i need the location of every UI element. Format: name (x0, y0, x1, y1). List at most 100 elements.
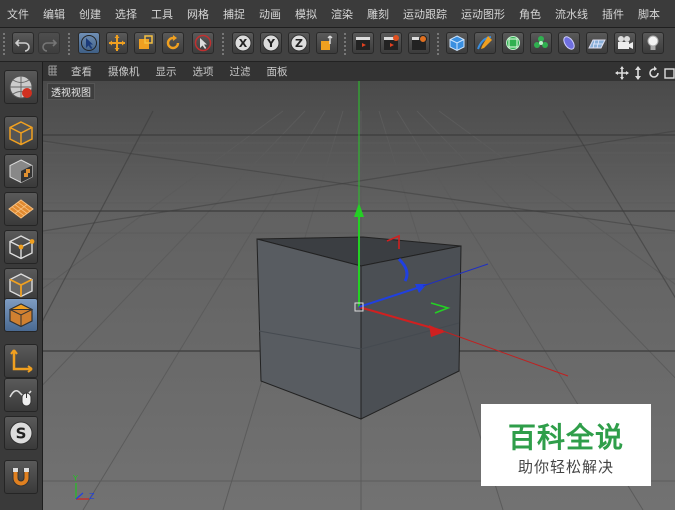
menu-file[interactable]: 文件 (0, 6, 36, 22)
z-axis-lock-button[interactable]: Z (288, 32, 310, 54)
points-cube-icon (9, 235, 35, 260)
point-mode-button[interactable] (4, 230, 38, 264)
menu-plugins[interactable]: 插件 (595, 6, 631, 22)
y-axis-lock-button[interactable]: Y (260, 32, 282, 54)
subdivision-surface-button[interactable] (502, 32, 524, 54)
axis-icon (10, 349, 33, 373)
render-settings-icon (412, 35, 427, 50)
menu-script[interactable]: 脚本 (631, 6, 667, 22)
tweak-mode-button[interactable] (4, 378, 38, 412)
menu-create[interactable]: 创建 (72, 6, 108, 22)
spline-pen-button[interactable] (474, 32, 496, 54)
menu-simulate[interactable]: 模拟 (288, 6, 324, 22)
toolbar-grip[interactable] (3, 33, 5, 55)
cloner-icon (534, 36, 548, 48)
texture-cube-icon (9, 159, 33, 184)
redo-button[interactable] (38, 32, 60, 54)
deformer-icon (563, 36, 575, 50)
menu-tools[interactable]: 工具 (144, 6, 180, 22)
left-palette: S (0, 62, 43, 510)
cloner-button[interactable] (530, 32, 552, 54)
live-selection-button[interactable] (78, 32, 100, 54)
viewport-label: 透视视图 (47, 83, 95, 100)
deformer-button[interactable] (558, 32, 580, 54)
rotate-icon (166, 35, 180, 50)
menu-render[interactable]: 渲染 (324, 6, 360, 22)
select-tool-button[interactable] (192, 32, 214, 54)
clapboard-icon (356, 37, 370, 50)
render-view-button[interactable] (352, 32, 374, 54)
menu-snap[interactable]: 捕捉 (216, 6, 252, 22)
y-axis-icon: Y (262, 34, 280, 52)
menu-animate[interactable]: 动画 (252, 6, 288, 22)
undo-button[interactable] (12, 32, 34, 54)
model-mode-button[interactable] (4, 116, 38, 150)
x-axis-icon: X (234, 34, 252, 52)
light-button[interactable] (642, 32, 664, 54)
scale-tool-button[interactable] (134, 32, 156, 54)
mouse-tweak-icon (9, 390, 32, 407)
axis-indicator: Y Z (72, 474, 95, 501)
rotate-tool-button[interactable] (162, 32, 184, 54)
snap-s-icon: S (9, 421, 33, 445)
viewport-menu-display[interactable]: 显示 (148, 64, 185, 79)
viewport-grip-icon[interactable] (43, 64, 63, 79)
globe-icon (9, 75, 33, 99)
viewport-menu-options[interactable]: 选项 (185, 64, 222, 79)
viewport-menu-filter[interactable]: 过滤 (222, 64, 259, 79)
viewport-maximize-icon[interactable] (663, 65, 675, 79)
cube-icon (449, 35, 465, 52)
viewport-zoom-icon[interactable] (631, 65, 645, 80)
watermark-title: 百科全说 (507, 421, 624, 454)
subdivision-icon (506, 36, 520, 50)
pen-icon (477, 36, 492, 50)
texture-mode-button[interactable] (4, 154, 38, 188)
light-bulb-icon (647, 35, 659, 50)
snap-button[interactable]: S (4, 416, 38, 450)
cursor-icon (194, 34, 212, 52)
coordinate-system-button[interactable] (316, 32, 338, 54)
edge-mode-button[interactable] (4, 268, 38, 302)
menu-select[interactable]: 选择 (108, 6, 144, 22)
model-cube-icon (9, 121, 33, 146)
menu-character[interactable]: 角色 (512, 6, 548, 22)
viewport-menu-view[interactable]: 查看 (63, 64, 100, 79)
move-tool-button[interactable] (106, 32, 128, 54)
menu-mesh[interactable]: 网格 (180, 6, 216, 22)
menu-bar: 文件 编辑 创建 选择 工具 网格 捕捉 动画 模拟 渲染 雕刻 运动跟踪 运动… (0, 0, 675, 28)
menu-sculpt[interactable]: 雕刻 (360, 6, 396, 22)
svg-text:Z: Z (89, 492, 95, 501)
camera-button[interactable] (614, 32, 636, 54)
floor-button[interactable] (586, 32, 608, 54)
z-axis-icon: Z (290, 34, 308, 52)
clapboard-icon (384, 35, 399, 50)
x-axis-lock-button[interactable]: X (232, 32, 254, 54)
perspective-viewport[interactable]: Y Z 透视视图 百科全说 助你轻松解决 (43, 81, 675, 510)
viewport-move-icon[interactable] (615, 65, 629, 80)
polygon-cube-icon (8, 303, 34, 328)
menu-pipeline[interactable]: 流水线 (548, 6, 595, 22)
svg-text:Z: Z (295, 37, 303, 50)
undo-icon (14, 39, 30, 52)
make-editable-button[interactable] (4, 70, 38, 104)
svg-text:Y: Y (266, 37, 276, 50)
edges-cube-icon (9, 273, 33, 298)
menu-motion-tracking[interactable]: 运动跟踪 (396, 6, 454, 22)
viewport-rotate-icon[interactable] (647, 65, 661, 79)
cube-object-button[interactable] (446, 32, 468, 54)
cursor-icon (81, 35, 97, 51)
viewport-menu-panel[interactable]: 面板 (259, 64, 296, 79)
svg-text:Y: Y (72, 474, 78, 483)
magnet-button[interactable] (4, 460, 38, 494)
menu-mograph[interactable]: 运动图形 (454, 6, 512, 22)
enable-axis-button[interactable] (4, 344, 38, 378)
workplane-mode-button[interactable] (4, 192, 38, 226)
polygon-mode-button[interactable] (4, 298, 38, 332)
viewport-menu-camera[interactable]: 摄像机 (100, 64, 148, 79)
render-to-picture-viewer-button[interactable] (380, 32, 402, 54)
menu-edit[interactable]: 编辑 (36, 6, 72, 22)
render-settings-button[interactable] (408, 32, 430, 54)
redo-icon (42, 39, 58, 52)
scale-icon (139, 35, 153, 49)
move-icon (109, 35, 125, 51)
